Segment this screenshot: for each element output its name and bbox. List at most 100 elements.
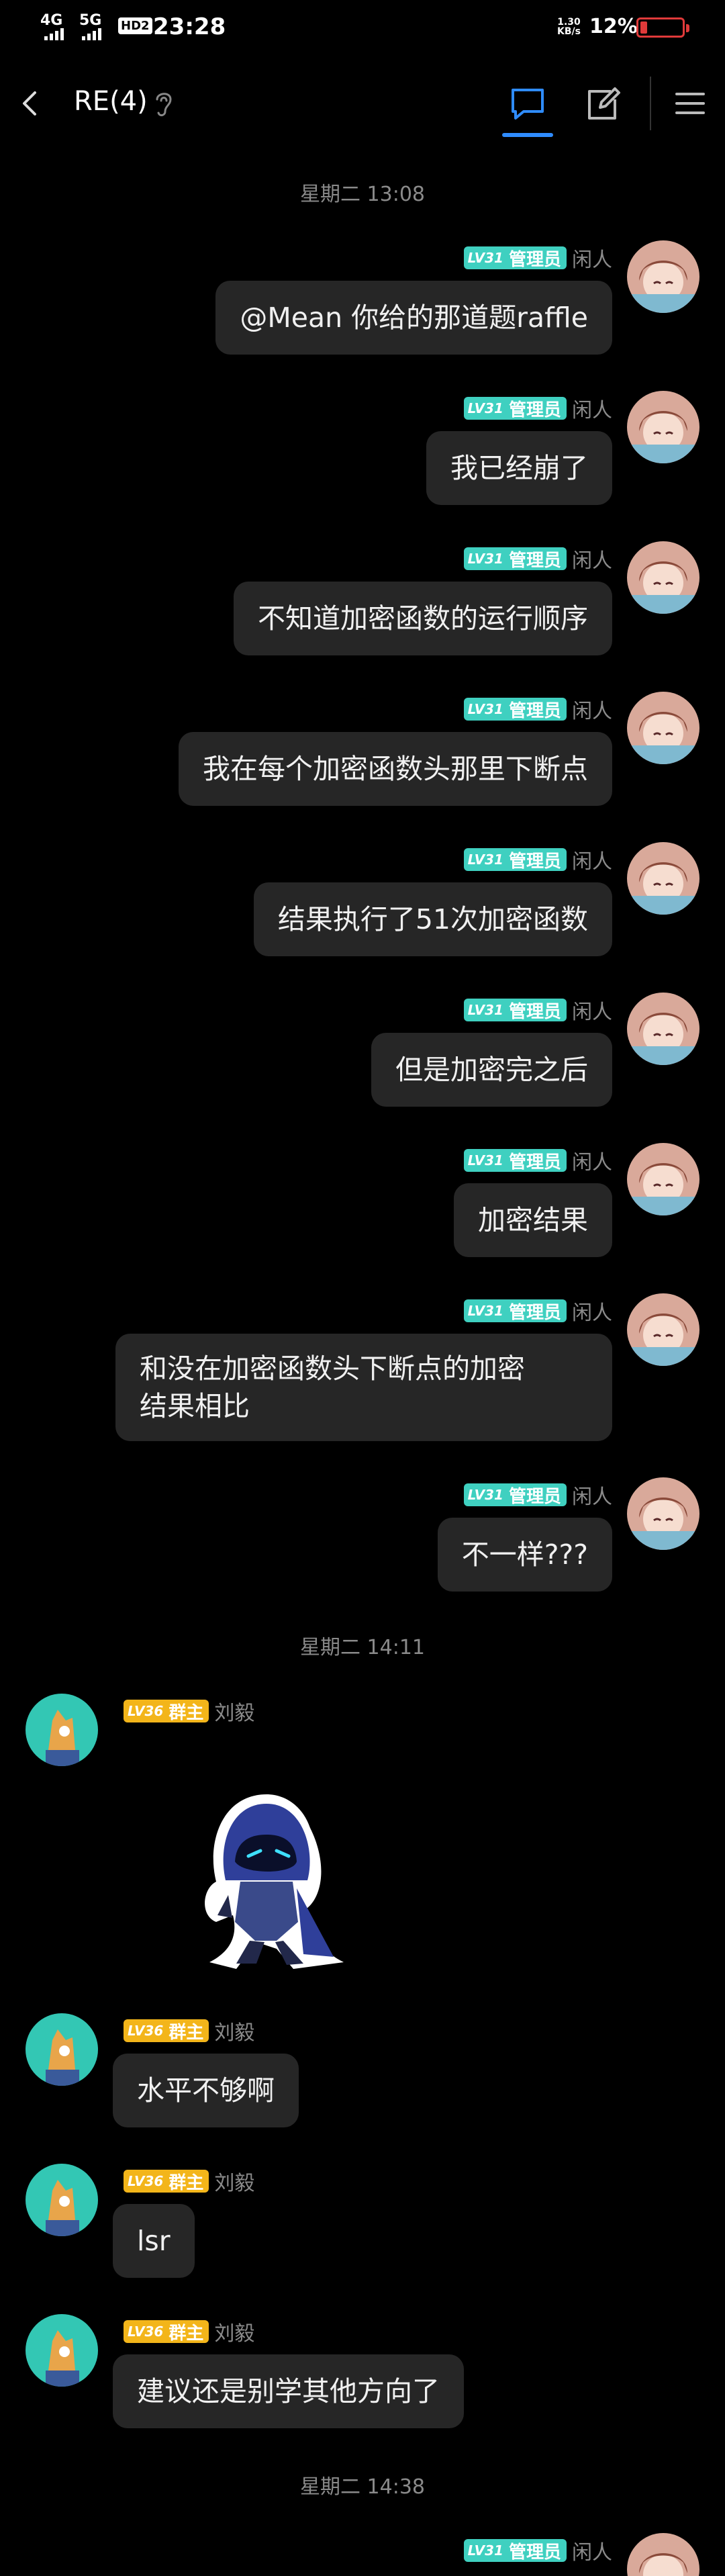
avatar[interactable]	[627, 1293, 699, 1366]
sender-name: 闲人	[572, 1001, 612, 1024]
sender-meta: LV31 管理员 闲人	[463, 696, 612, 723]
sender-name: 闲人	[572, 1301, 612, 1325]
sender-name: 闲人	[572, 549, 612, 573]
message-bubble[interactable]: 建议还是别学其他方向了	[113, 2354, 464, 2428]
signal-icon	[82, 28, 101, 40]
avatar[interactable]	[26, 2164, 98, 2236]
message-row: LV31 管理员 闲人 我已经崩了	[0, 391, 725, 512]
message-row: LV36 群主 刘毅	[0, 1694, 725, 1989]
timestamp: 星期二 14:38	[300, 2475, 425, 2499]
message-bubble[interactable]: 我在每个加密函数头那里下断点	[179, 732, 612, 806]
sender-meta: LV31 管理员 闲人	[463, 846, 612, 874]
sender-name: 闲人	[572, 700, 612, 723]
avatar[interactable]	[627, 993, 699, 1065]
ear-icon[interactable]	[150, 87, 177, 120]
message-bubble[interactable]: 和没在加密函数头下断点的加密 结果相比	[115, 1334, 612, 1441]
timestamp: 星期二 13:08	[300, 183, 425, 206]
sender-name: 闲人	[572, 1485, 612, 1509]
sender-meta: LV36 群主 刘毅	[124, 2168, 254, 2195]
message-bubble[interactable]: 我已经崩了	[426, 431, 612, 505]
sender-meta: LV31 管理员 闲人	[463, 997, 612, 1024]
sender-name: 刘毅	[214, 1702, 255, 1725]
sender-name: 刘毅	[214, 2322, 255, 2346]
sender-name: 闲人	[572, 248, 612, 272]
edit-icon[interactable]	[581, 82, 624, 125]
owner-badge: LV36 群主	[124, 2170, 209, 2193]
avatar[interactable]	[26, 1694, 98, 1766]
owner-badge: LV36 群主	[124, 2019, 209, 2043]
sender-meta: LV31 管理员 闲人	[463, 1297, 612, 1325]
network-5g: 5G	[79, 12, 102, 29]
hooded-ninja-sticker[interactable]	[176, 1781, 357, 1982]
admin-badge: LV31 管理员	[463, 547, 567, 571]
sender-meta: LV31 管理员 闲人	[463, 244, 612, 272]
admin-badge: LV31 管理员	[463, 848, 567, 872]
message-bubble[interactable]: 结果执行了51次加密函数	[253, 882, 612, 956]
message-bubble[interactable]: lsr	[113, 2204, 195, 2278]
message-row: LV36 群主 刘毅 建议还是别学其他方向了	[0, 2314, 725, 2435]
message-row: LV31 管理员 闲人 不知道加密函数的运行顺序	[0, 541, 725, 662]
avatar[interactable]	[26, 2314, 98, 2387]
timestamp: 星期二 14:11	[300, 1636, 425, 1659]
message-row: LV36 群主 刘毅 lsr	[0, 2164, 725, 2285]
avatar[interactable]	[627, 2533, 699, 2576]
message-bubble[interactable]: 不一样???	[437, 1518, 612, 1592]
sender-name: 刘毅	[214, 2021, 255, 2045]
message-row: LV31 管理员 闲人	[0, 2533, 725, 2576]
avatar[interactable]	[627, 240, 699, 313]
message-bubble[interactable]: @Mean 你给的那道题raffle	[215, 281, 612, 355]
avatar[interactable]	[627, 391, 699, 463]
chevron-left-icon[interactable]	[12, 83, 52, 124]
message-row: LV36 群主 刘毅 水平不够啊	[0, 2013, 725, 2134]
sender-name: 闲人	[572, 1151, 612, 1175]
top-bar: RE(4)	[0, 67, 725, 141]
admin-badge: LV31 管理员	[463, 1483, 567, 1507]
message-bubble[interactable]: 不知道加密函数的运行顺序	[234, 582, 612, 655]
message-line: 结果相比	[140, 1390, 250, 1422]
chat-bubble-icon[interactable]	[506, 82, 549, 125]
active-tab-indicator	[502, 133, 553, 137]
admin-badge: LV31 管理员	[463, 1299, 567, 1323]
message-row: LV31 管理员 闲人 和没在加密函数头下断点的加密 结果相比	[0, 1293, 725, 1455]
avatar[interactable]	[26, 2013, 98, 2086]
battery-icon	[636, 17, 689, 38]
admin-badge: LV31 管理员	[463, 698, 567, 721]
avatar[interactable]	[627, 692, 699, 764]
sender-name: 闲人	[572, 399, 612, 422]
message-row: LV31 管理员 闲人 不一样???	[0, 1477, 725, 1598]
avatar[interactable]	[627, 541, 699, 614]
signal-icon	[44, 28, 64, 40]
network-4g: 4G	[40, 12, 63, 29]
avatar[interactable]	[627, 1477, 699, 1550]
sender-meta: LV36 群主 刘毅	[124, 2017, 255, 2045]
menu-icon[interactable]	[669, 82, 712, 125]
message-bubble[interactable]: 但是加密完之后	[371, 1033, 612, 1107]
chat-title[interactable]: RE(4)	[74, 86, 148, 117]
sender-meta: LV31 管理员 闲人	[463, 545, 612, 573]
status-bar: 4G 5G HD2 23:28 1.30 KB/s 12%	[0, 0, 725, 60]
avatar[interactable]	[627, 1143, 699, 1215]
admin-badge: LV31 管理员	[463, 1149, 567, 1172]
sender-meta: LV31 管理员 闲人	[463, 395, 612, 422]
sender-meta: LV31 管理员 闲人	[463, 1147, 612, 1175]
net-speed: 1.30 KB/s	[557, 17, 581, 37]
message-row: LV31 管理员 闲人 加密结果	[0, 1143, 725, 1264]
message-bubble[interactable]: 加密结果	[454, 1183, 612, 1257]
message-bubble[interactable]: 水平不够啊	[113, 2054, 299, 2127]
message-row: LV31 管理员 闲人 但是加密完之后	[0, 993, 725, 1113]
clock: 23:28	[153, 13, 226, 40]
message-row: LV31 管理员 闲人 @Mean 你给的那道题raffle	[0, 240, 725, 361]
owner-badge: LV36 群主	[124, 2320, 209, 2344]
owner-badge: LV36 群主	[124, 1700, 209, 1723]
admin-badge: LV31 管理员	[463, 999, 567, 1022]
admin-badge: LV31 管理员	[463, 2539, 567, 2563]
admin-badge: LV31 管理员	[463, 246, 567, 270]
sender-meta: LV36 群主 刘毅	[124, 1698, 255, 1725]
avatar[interactable]	[627, 842, 699, 915]
message-row: LV31 管理员 闲人 我在每个加密函数头那里下断点	[0, 692, 725, 813]
sender-name: 闲人	[572, 2541, 612, 2565]
hd-badge: HD2	[118, 17, 152, 34]
sender-meta: LV31 管理员 闲人	[463, 1481, 612, 1509]
divider	[650, 77, 651, 130]
sender-name: 刘毅	[214, 2172, 255, 2195]
